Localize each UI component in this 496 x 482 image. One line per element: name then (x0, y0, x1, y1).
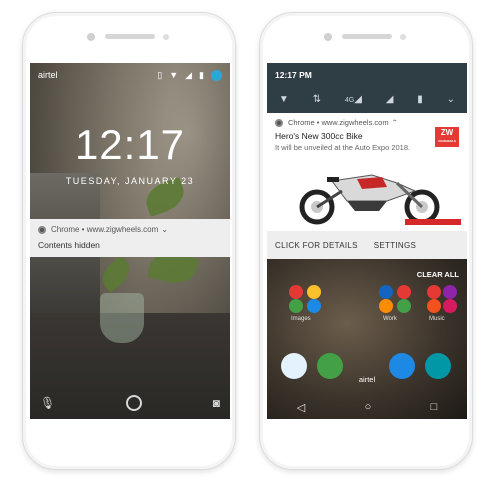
app-icon[interactable] (307, 299, 321, 313)
mic-icon[interactable]: 🎙︎ (40, 396, 55, 410)
status-bar: airtel ▯ ▼ ◢ ▮ (30, 63, 230, 87)
vibrate-icon: ▯ (157, 69, 163, 80)
signal-icon[interactable]: ◢ (386, 94, 394, 105)
fingerprint-icon[interactable] (125, 395, 142, 411)
proximity-sensor (400, 34, 406, 40)
app-icon[interactable] (397, 299, 411, 313)
back-icon[interactable]: ◁ (297, 401, 305, 414)
left-phone: airtel ▯ ▼ ◢ ▮ 12:17 TUESDAY, JANUARY 23… (22, 12, 236, 470)
notification-actions: CLICK FOR DETAILS SETTINGS (267, 231, 467, 259)
lock-notification[interactable]: Chrome • www.zigwheels.com ⌄ Contents hi… (30, 219, 230, 257)
app-icon[interactable] (289, 299, 303, 313)
navigation-bar: ◁ ○ □ (267, 395, 467, 419)
notification-shade[interactable]: 12:17 PM ▼ ⇅ 4G◢ ◢ ▮ ⌄ Chrome • www.zigw… (267, 63, 467, 419)
app-icon[interactable] (427, 299, 441, 313)
lock-clock: 12:17 (74, 121, 186, 168)
chevron-up-icon[interactable]: ⌃ (392, 118, 398, 127)
app-icon[interactable] (289, 285, 303, 299)
lock-screen[interactable]: airtel ▯ ▼ ◢ ▮ 12:17 TUESDAY, JANUARY 23… (30, 63, 230, 419)
app-icon[interactable] (443, 299, 457, 313)
lock-shortcuts: 🎙︎ ◙ (30, 393, 230, 413)
battery-icon[interactable]: ▮ (417, 94, 423, 105)
speaker-grille (105, 34, 155, 39)
network-4g-icon[interactable]: 4G◢ (345, 94, 362, 105)
front-camera (324, 33, 332, 41)
app-icon[interactable] (379, 299, 393, 313)
app-icon[interactable] (397, 285, 411, 299)
proximity-sensor (163, 34, 169, 40)
recents-icon[interactable]: □ (431, 401, 438, 413)
chevron-down-icon[interactable]: ⌄ (161, 225, 168, 234)
front-camera (87, 33, 95, 41)
clear-all-button[interactable]: CLEAR ALL (417, 270, 459, 279)
data-transfer-icon[interactable]: ⇅ (313, 94, 321, 105)
app-icon[interactable] (379, 285, 393, 299)
carrier-label: airtel (38, 70, 58, 80)
signal-icon: ◢ (185, 69, 193, 80)
wallpaper-plant-pot (100, 293, 144, 343)
app-icon[interactable] (307, 285, 321, 299)
notification-source: Chrome • www.zigwheels.com (288, 118, 389, 127)
camera-icon[interactable]: ◙ (213, 396, 220, 410)
wifi-icon[interactable]: ▼ (279, 94, 289, 105)
avatar[interactable] (211, 69, 222, 81)
news-notification[interactable]: Chrome • www.zigwheels.com ⌃ Hero's New … (267, 113, 467, 231)
home-screen-background: CLEAR ALL Images Work Music airtel ◁ ○ □ (267, 259, 467, 419)
app-icon[interactable] (427, 285, 441, 299)
speaker-grille (342, 34, 392, 39)
folder-label-work: Work (383, 316, 397, 322)
folder-label-music: Music (429, 316, 445, 322)
quick-settings-row: ▼ ⇅ 4G◢ ◢ ▮ ⌄ (267, 87, 467, 111)
right-phone: 12:17 PM ▼ ⇅ 4G◢ ◢ ▮ ⌄ Chrome • www.zigw… (259, 12, 473, 470)
folder-label-images: Images (291, 316, 311, 322)
zigwheels-logo: ZW ZIGWHEELS (435, 127, 459, 147)
promo-stripe (405, 219, 461, 225)
wifi-icon: ▼ (169, 70, 179, 80)
notification-title: Hero's New 300cc Bike (275, 131, 363, 141)
battery-icon: ▮ (199, 69, 204, 80)
logo-mark: ZW (440, 128, 454, 137)
shade-header: 12:17 PM ▼ ⇅ 4G◢ ◢ ▮ ⌄ (267, 63, 467, 113)
click-for-details-button[interactable]: CLICK FOR DETAILS (275, 241, 358, 250)
notification-source: Chrome • www.zigwheels.com (51, 225, 159, 234)
network-label: 4G (344, 96, 355, 104)
notification-body: Contents hidden (38, 240, 100, 250)
chrome-icon (38, 225, 46, 234)
carrier-label: airtel (358, 375, 376, 384)
notification-subtitle: It will be unveiled at the Auto Expo 201… (275, 143, 411, 152)
chrome-icon (275, 118, 283, 127)
lock-date: TUESDAY, JANUARY 23 (65, 176, 195, 186)
home-icon[interactable]: ○ (365, 401, 372, 413)
logo-text: ZIGWHEELS (438, 139, 456, 143)
status-time: 12:17 PM (275, 70, 312, 80)
motorcycle-image (299, 174, 440, 225)
app-icon[interactable] (443, 285, 457, 299)
settings-button[interactable]: SETTINGS (374, 241, 416, 250)
expand-chevron-icon[interactable]: ⌄ (447, 94, 455, 105)
